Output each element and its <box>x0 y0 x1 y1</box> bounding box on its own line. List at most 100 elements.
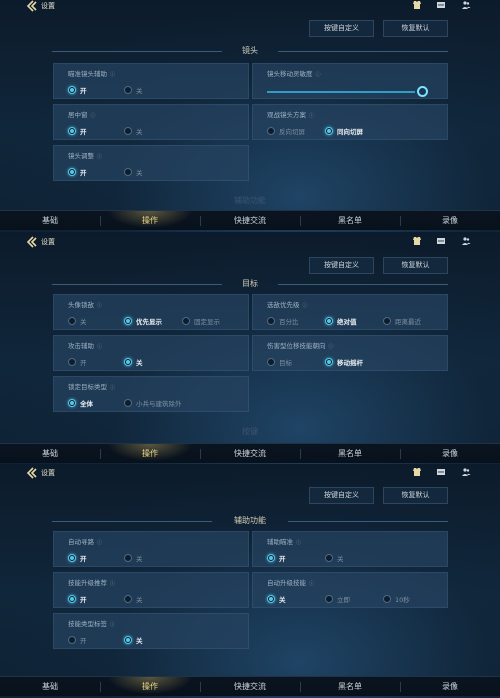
option-radio[interactable]: 开 <box>267 553 286 563</box>
shirt-icon[interactable] <box>412 236 422 246</box>
custom-keys-button[interactable]: 按键自定义 <box>309 487 374 504</box>
radio-icon <box>124 554 132 562</box>
custom-keys-button[interactable]: 按键自定义 <box>309 20 374 37</box>
option-radio[interactable]: 固定显示 <box>182 316 220 326</box>
tab-replay[interactable]: 录像 <box>400 677 500 697</box>
setting-dash-direction: 伤害型位移技能朝向 ⓘ 目标 移动摇杆 <box>252 335 448 371</box>
option-radio[interactable]: 开 <box>68 85 87 95</box>
option-radio[interactable]: 关 <box>124 635 143 645</box>
radio-icon <box>267 317 275 325</box>
option-radio[interactable]: 距离最近 <box>383 316 421 326</box>
info-icon[interactable]: ⓘ <box>97 303 102 309</box>
info-icon[interactable]: ⓘ <box>97 540 102 546</box>
page-title: 设置 <box>41 2 55 10</box>
info-icon[interactable]: ⓘ <box>329 344 334 350</box>
option-radio[interactable]: 关 <box>124 126 143 136</box>
option-radio[interactable]: 目标 <box>267 357 292 367</box>
info-icon[interactable]: ⓘ <box>296 540 301 546</box>
info-icon[interactable]: ⓘ <box>309 581 314 587</box>
info-icon[interactable]: ⓘ <box>110 581 115 587</box>
option-radio[interactable]: 开 <box>68 167 87 177</box>
tab-operation[interactable]: 操作 <box>100 677 200 697</box>
restore-default-button[interactable]: 恢复默认 <box>383 20 448 37</box>
radio-icon <box>267 127 275 135</box>
info-icon[interactable]: ⓘ <box>110 622 115 628</box>
option-radio[interactable]: 关 <box>68 316 87 326</box>
back-arrow-icon[interactable] <box>26 0 38 12</box>
shirt-icon[interactable] <box>412 0 422 10</box>
option-radio[interactable]: 关 <box>267 594 286 604</box>
setting-skill-upgrade-recommend: 技能升级推荐 ⓘ 开 关 <box>53 572 249 608</box>
setting-center-window: 居中窗 ⓘ 开 关 <box>53 104 249 140</box>
option-radio[interactable]: 立即 <box>325 594 350 604</box>
option-radio[interactable]: 关 <box>325 553 344 563</box>
setting-camera-sensitivity: 镜头移动灵敏度 ⓘ <box>252 63 448 99</box>
option-radio[interactable]: 同向切屏 <box>325 126 363 136</box>
info-icon[interactable]: ⓘ <box>110 385 115 391</box>
option-radio[interactable]: 开 <box>68 594 87 604</box>
page-title: 设置 <box>41 238 55 246</box>
option-radio[interactable]: 开 <box>68 635 87 645</box>
setting-label: 攻击辅助 <box>68 342 94 350</box>
info-icon[interactable]: ⓘ <box>309 113 314 119</box>
info-icon[interactable]: ⓘ <box>97 154 102 160</box>
tab-blacklist[interactable]: 黑名单 <box>300 211 400 231</box>
info-icon[interactable]: ⓘ <box>97 344 102 350</box>
radio-icon <box>182 317 190 325</box>
shirt-icon[interactable] <box>412 467 422 477</box>
chat-icon[interactable] <box>436 0 446 10</box>
tab-basic[interactable]: 基础 <box>0 444 100 464</box>
friends-icon[interactable] <box>461 0 471 10</box>
radio-icon <box>124 127 132 135</box>
option-radio[interactable]: 开 <box>68 126 87 136</box>
section-title: 镜头 <box>242 46 258 55</box>
option-radio[interactable]: 关 <box>124 594 143 604</box>
tab-quick-chat[interactable]: 快捷交流 <box>200 444 300 464</box>
radio-icon <box>68 86 76 94</box>
setting-label: 镜头移动灵敏度 <box>267 70 313 78</box>
option-radio[interactable]: 开 <box>68 553 87 563</box>
option-radio[interactable]: 10秒 <box>383 594 410 604</box>
chat-icon[interactable] <box>436 467 446 477</box>
setting-label: 自动升级技能 <box>267 579 306 587</box>
friends-icon[interactable] <box>461 467 471 477</box>
option-radio[interactable]: 关 <box>124 167 143 177</box>
option-radio[interactable]: 小兵与建筑除外 <box>124 398 182 408</box>
tab-operation[interactable]: 操作 <box>100 211 200 231</box>
option-radio[interactable]: 关 <box>124 357 143 367</box>
info-icon[interactable]: ⓘ <box>316 72 321 78</box>
tab-blacklist[interactable]: 黑名单 <box>300 677 400 697</box>
sensitivity-slider-handle[interactable] <box>417 86 428 97</box>
restore-default-button[interactable]: 恢复默认 <box>383 487 448 504</box>
option-radio[interactable]: 绝对值 <box>325 316 357 326</box>
option-radio[interactable]: 开 <box>68 357 87 367</box>
tab-quick-chat[interactable]: 快捷交流 <box>200 211 300 231</box>
tab-quick-chat[interactable]: 快捷交流 <box>200 677 300 697</box>
restore-default-button[interactable]: 恢复默认 <box>383 257 448 274</box>
info-icon[interactable]: ⓘ <box>91 113 96 119</box>
back-arrow-icon[interactable] <box>26 467 38 479</box>
sensitivity-slider-track[interactable] <box>267 91 415 93</box>
info-icon[interactable]: ⓘ <box>303 303 308 309</box>
tab-blacklist[interactable]: 黑名单 <box>300 444 400 464</box>
setting-attack-assist: 攻击辅助 ⓘ 开 关 <box>53 335 249 371</box>
tab-basic[interactable]: 基础 <box>0 677 100 697</box>
friends-icon[interactable] <box>461 236 471 246</box>
option-radio[interactable]: 关 <box>124 553 143 563</box>
setting-label: 居中窗 <box>68 111 88 119</box>
custom-keys-button[interactable]: 按键自定义 <box>309 257 374 274</box>
option-radio[interactable]: 全体 <box>68 398 93 408</box>
option-radio[interactable]: 百分比 <box>267 316 299 326</box>
tab-replay[interactable]: 录像 <box>400 444 500 464</box>
option-radio[interactable]: 反向切屏 <box>267 126 305 136</box>
option-radio[interactable]: 关 <box>124 85 143 95</box>
chat-icon[interactable] <box>436 236 446 246</box>
tab-basic[interactable]: 基础 <box>0 211 100 231</box>
setting-auto-pathing: 自动寻路 ⓘ 开 关 <box>53 531 249 567</box>
tab-operation[interactable]: 操作 <box>100 444 200 464</box>
back-arrow-icon[interactable] <box>26 236 38 248</box>
option-radio[interactable]: 移动摇杆 <box>325 357 363 367</box>
tab-replay[interactable]: 录像 <box>400 211 500 231</box>
info-icon[interactable]: ⓘ <box>110 72 115 78</box>
option-radio[interactable]: 优先显示 <box>124 316 162 326</box>
